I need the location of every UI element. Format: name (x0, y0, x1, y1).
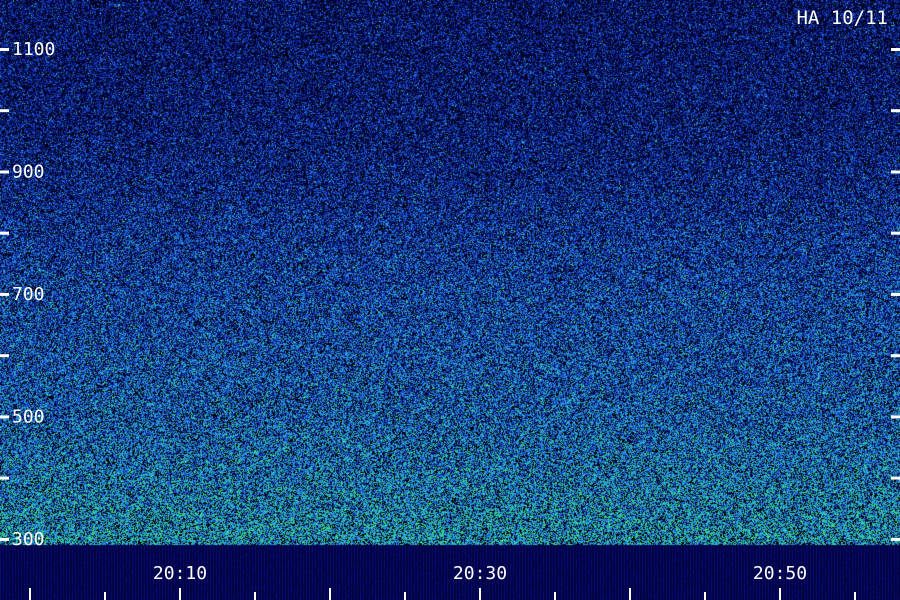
y-tick-right (891, 170, 900, 174)
y-tick-label: 300 (12, 529, 45, 550)
axes-overlay: 1100 900 700 500 300 20:10 20:30 20:50 HA 10/1… (0, 7, 900, 600)
y-tick-right (891, 48, 900, 51)
y-tick-label: 1100 (12, 39, 55, 60)
y-tick-left (0, 354, 9, 358)
x-tick (254, 592, 256, 600)
x-tick (404, 592, 406, 600)
y-tick-label: 500 (12, 406, 45, 427)
x-tick (179, 588, 181, 600)
y-tick-left (0, 537, 9, 541)
y-tick-left (0, 109, 9, 113)
y-tick-right (891, 415, 900, 419)
x-axis: 20:10 20:30 20:50 (29, 563, 856, 600)
y-tick-left (0, 231, 9, 235)
y-axis-left: 1100 900 700 500 300 (0, 39, 55, 550)
y-tick-right (891, 231, 900, 235)
y-axis-right (891, 48, 900, 541)
chart-title: HA 10/11 (796, 7, 888, 29)
y-tick-right (891, 476, 900, 480)
y-tick-label: 900 (12, 162, 45, 183)
y-tick-left (0, 170, 9, 174)
y-tick-left (0, 415, 9, 419)
y-tick-right (891, 292, 900, 296)
x-tick-label: 20:10 (153, 563, 207, 584)
y-tick-right (891, 537, 900, 541)
x-tick (329, 588, 331, 600)
x-tick (854, 592, 856, 600)
x-tick (629, 588, 631, 600)
y-tick-right (891, 354, 900, 358)
x-tick-label: 20:50 (753, 563, 807, 584)
x-tick (554, 592, 556, 600)
y-tick-label: 700 (12, 284, 45, 305)
x-tick (779, 588, 781, 600)
x-tick-label: 20:30 (453, 563, 507, 584)
x-tick (704, 592, 706, 600)
spectrogram-chart: 1100 900 700 500 300 20:10 20:30 20:50 HA 10/1… (0, 0, 900, 600)
y-tick-left (0, 48, 9, 51)
y-tick-right (891, 109, 900, 113)
x-tick (29, 588, 31, 600)
y-tick-left (0, 476, 9, 480)
x-tick (479, 588, 481, 600)
y-tick-left (0, 292, 9, 296)
x-tick (104, 592, 106, 600)
